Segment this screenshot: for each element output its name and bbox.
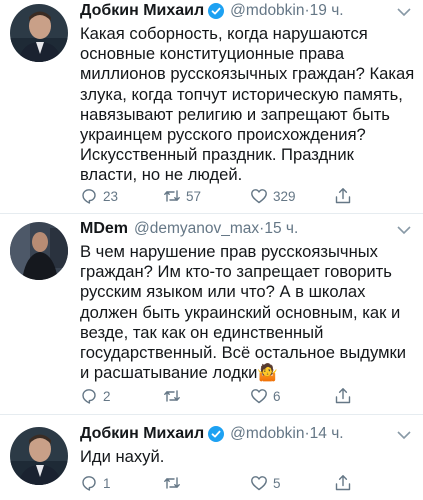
retweet-button[interactable] bbox=[163, 473, 186, 493]
retweet-button[interactable]: 57 bbox=[163, 186, 201, 206]
heart-icon bbox=[251, 476, 267, 491]
heart-icon bbox=[251, 389, 267, 404]
reply-count: 1 bbox=[103, 475, 111, 491]
timestamp[interactable]: 15 ч. bbox=[264, 218, 298, 240]
retweet-button[interactable] bbox=[163, 386, 186, 406]
reply-button[interactable]: 2 bbox=[80, 386, 111, 406]
tweet-header: Добкин Михаил @mdobkin · 14 ч. bbox=[80, 423, 344, 445]
tweet-actions: 1 5 bbox=[80, 473, 400, 493]
reply-button[interactable]: 1 bbox=[80, 473, 111, 493]
text-line: украинцем русского происхождения? bbox=[80, 125, 366, 145]
retweet-icon bbox=[164, 390, 180, 402]
text-line: Иди нахуй. bbox=[80, 447, 165, 466]
text-line: граждан? Им кто-то запрещает говорить bbox=[80, 262, 392, 282]
share-icon bbox=[335, 388, 351, 404]
shrug-emoji: 🤷 bbox=[257, 363, 279, 383]
share-button[interactable] bbox=[334, 186, 352, 206]
avatar[interactable] bbox=[10, 222, 68, 280]
author-name[interactable]: Добкин Михаил bbox=[80, 423, 204, 445]
tweet-text: В чем нарушение прав русскоязычных гражд… bbox=[80, 242, 415, 383]
retweet-icon bbox=[164, 477, 180, 489]
chevron-down-icon[interactable] bbox=[397, 427, 411, 440]
text-line: государственный. Всё остальное выдумки bbox=[80, 343, 407, 363]
text-line: везде, так как он единственный bbox=[80, 322, 324, 342]
reply-count: 23 bbox=[103, 188, 119, 204]
retweet-count: 57 bbox=[186, 188, 202, 204]
timestamp[interactable]: 14 ч. bbox=[310, 423, 344, 445]
text-line: русским языком или что? А в школах bbox=[80, 282, 366, 302]
tweet-header: MDem @demyanov_max · 15 ч. bbox=[80, 218, 298, 240]
like-count: 5 bbox=[273, 475, 281, 491]
share-icon bbox=[335, 188, 351, 204]
retweet-icon bbox=[164, 190, 180, 202]
author-name[interactable]: Добкин Михаил bbox=[80, 0, 204, 22]
text-line: Искусственный праздник. Праздник bbox=[80, 145, 354, 165]
text-line: Какая соборность, когда нарушаются bbox=[80, 24, 368, 43]
tweet-card[interactable]: Добкин Михаил @mdobkin · 14 ч. Иди нахуй… bbox=[0, 423, 423, 500]
author-handle[interactable]: @mdobkin bbox=[230, 423, 304, 445]
text-line: власти, но не людей. bbox=[80, 165, 243, 185]
reply-button[interactable]: 23 bbox=[80, 186, 118, 206]
tweet-card[interactable]: Добкин Михаил @mdobkin · 19 ч. Какая соб… bbox=[0, 0, 423, 210]
author-name[interactable]: MDem bbox=[80, 218, 128, 240]
tweet-text: Иди нахуй. bbox=[80, 447, 415, 467]
reply-icon bbox=[82, 476, 96, 491]
timestamp[interactable]: 19 ч. bbox=[310, 0, 344, 22]
share-button[interactable] bbox=[334, 473, 352, 493]
like-count: 6 bbox=[273, 388, 281, 404]
author-handle[interactable]: @demyanov_max bbox=[134, 218, 259, 240]
text-line-with-emoji: и расшатывание лодки🤷 bbox=[80, 363, 415, 383]
author-handle[interactable]: @mdobkin bbox=[230, 0, 304, 22]
text-line: миллионов русскоязычных граждан? Какая bbox=[80, 64, 415, 84]
reply-count: 2 bbox=[103, 388, 111, 404]
text-line: злука, когда топчут историческую память, bbox=[80, 84, 403, 104]
text-line: навязывают религию и запрещают быть bbox=[80, 104, 390, 124]
tweet-card[interactable]: MDem @demyanov_max · 15 ч. В чем нарушен… bbox=[0, 218, 423, 412]
like-count: 329 bbox=[273, 188, 296, 204]
like-button[interactable]: 6 bbox=[250, 386, 281, 406]
tweet-text: Какая соборность, когда нарушаются основ… bbox=[80, 24, 415, 186]
tweet-actions: 2 6 bbox=[80, 386, 400, 406]
text-line: должен быть украинский основным, как и bbox=[80, 302, 401, 322]
chevron-down-icon[interactable] bbox=[397, 4, 411, 17]
verified-badge-icon bbox=[208, 426, 225, 442]
text-line: В чем нарушение прав русскоязычных bbox=[80, 242, 378, 261]
avatar[interactable] bbox=[10, 4, 68, 62]
divider bbox=[0, 414, 423, 415]
tweet-header: Добкин Михаил @mdobkin · 19 ч. bbox=[80, 0, 344, 22]
chevron-down-icon[interactable] bbox=[397, 222, 411, 235]
divider bbox=[0, 213, 423, 214]
share-icon bbox=[335, 475, 351, 491]
avatar[interactable] bbox=[10, 427, 68, 485]
text-line: и расшатывание лодки bbox=[80, 363, 258, 383]
reply-icon bbox=[82, 389, 96, 404]
reply-icon bbox=[82, 189, 96, 204]
like-button[interactable]: 5 bbox=[250, 473, 281, 493]
tweet-feed: Добкин Михаил @mdobkin · 19 ч. Какая соб… bbox=[0, 0, 423, 500]
like-button[interactable]: 329 bbox=[250, 186, 296, 206]
tweet-actions: 23 57 329 bbox=[80, 186, 400, 206]
text-line: основные конституционные права bbox=[80, 44, 345, 64]
heart-icon bbox=[251, 189, 267, 204]
share-button[interactable] bbox=[334, 386, 352, 406]
verified-badge-icon bbox=[208, 3, 225, 19]
